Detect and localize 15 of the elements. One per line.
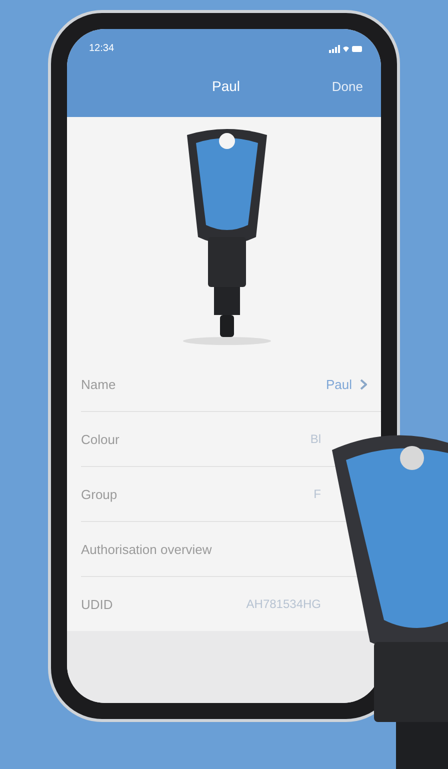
row-value: Paul [326,376,352,392]
done-button[interactable]: Done [332,78,363,94]
row-value: Bl [310,432,321,446]
key-icon [182,127,272,347]
row-value: F [314,487,321,501]
row-value: AH781534HG [246,597,321,611]
row-label: Name [81,376,117,392]
row-label: UDID [81,596,114,612]
status-time: 12:34 [89,43,114,54]
chevron-icon [360,378,367,390]
row-label: Authorisation overview [81,542,213,556]
nav-title: Paul [212,78,240,94]
row-label: Colour [81,432,120,446]
status-icons-icon [329,44,363,52]
row-label: Group [81,486,118,502]
